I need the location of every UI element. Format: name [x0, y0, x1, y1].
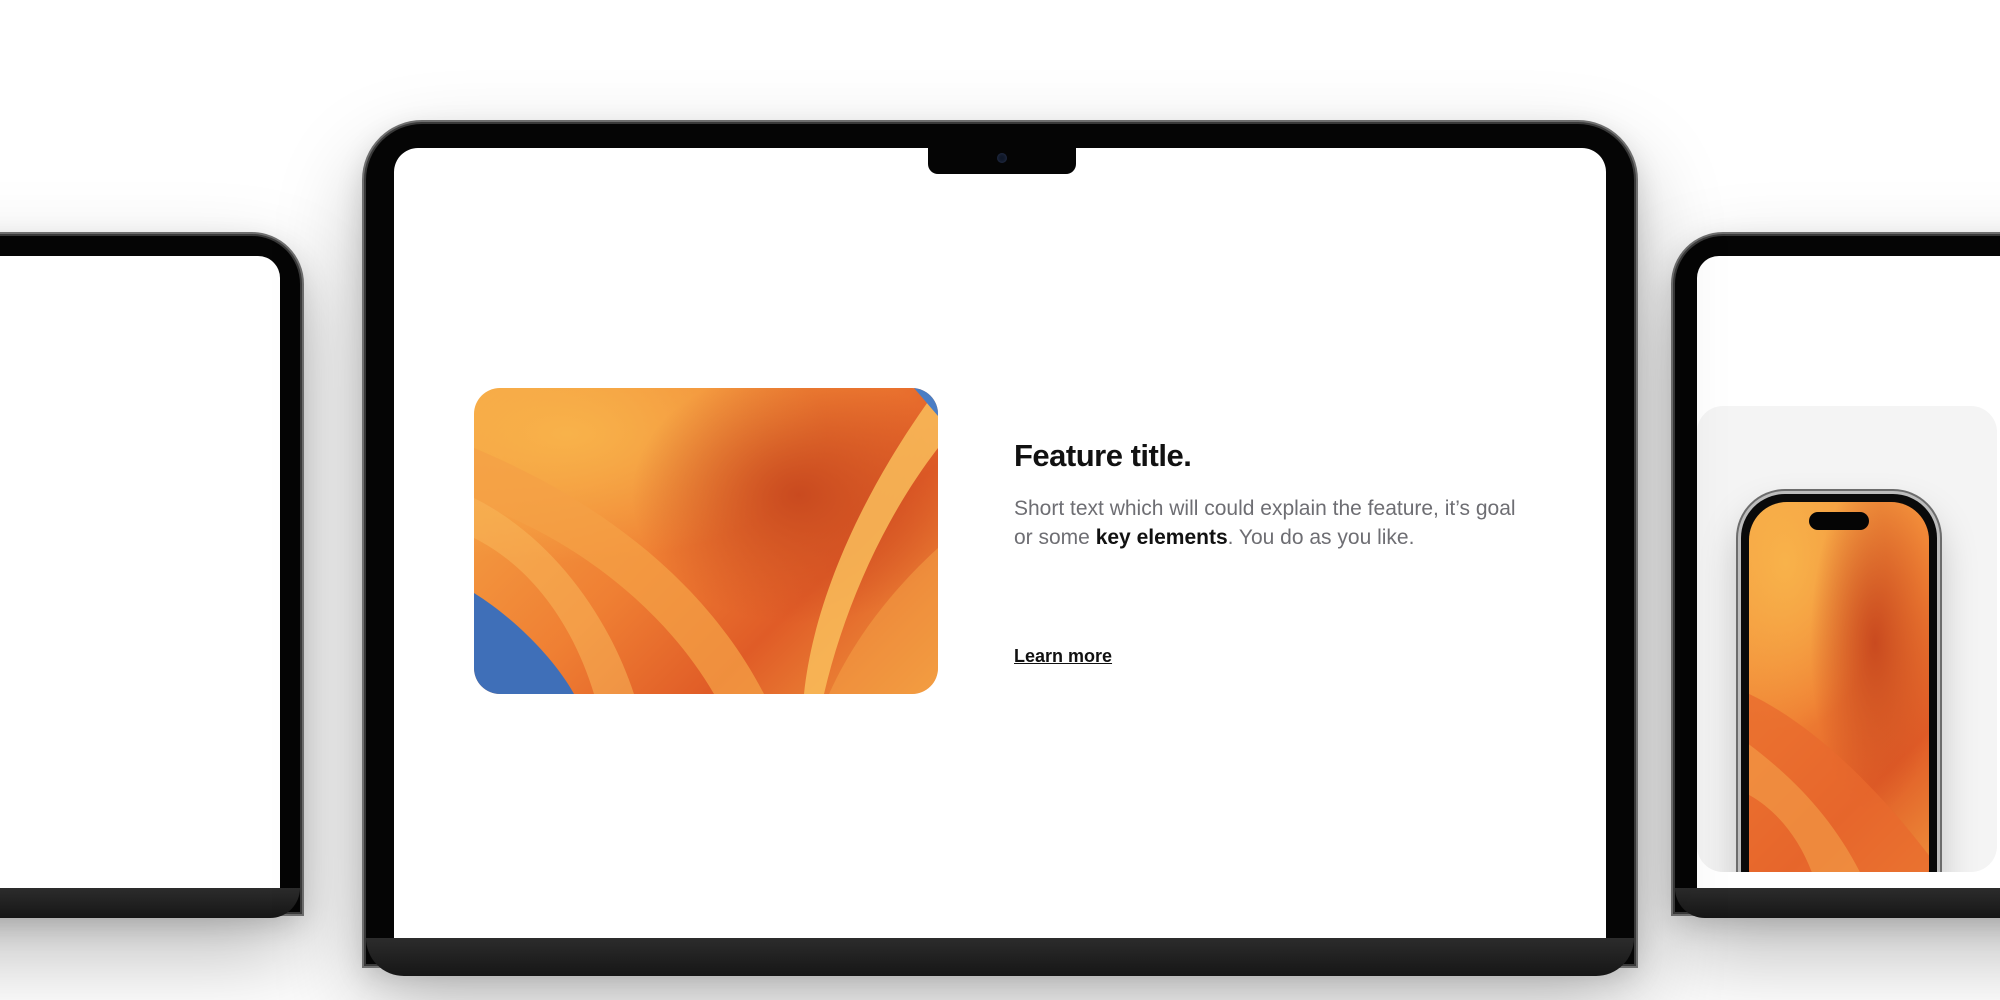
feature-title: Feature title.	[1014, 438, 1192, 473]
left-laptop-base	[0, 888, 300, 918]
main-laptop-screen: Feature title. Short text which will cou…	[394, 148, 1606, 938]
feature-image	[474, 388, 938, 694]
left-laptop-screen: ure ription ure ription	[0, 256, 280, 888]
learn-more-link[interactable]: Learn more	[1014, 646, 1112, 667]
right-laptop-base	[1675, 888, 2000, 918]
phone-wallpaper	[1749, 502, 1929, 872]
camera-icon	[997, 153, 1007, 163]
main-laptop: Feature title. Short text which will cou…	[366, 124, 1634, 1000]
right-laptop	[1675, 236, 2000, 936]
right-feature-card	[1697, 406, 1997, 872]
phone-dynamic-island	[1809, 512, 1869, 530]
feature-description: Short text which will could explain the …	[1014, 494, 1534, 552]
device-mockup-scene: ure ription ure ription	[0, 0, 2000, 1000]
camera-notch	[928, 148, 1076, 174]
main-laptop-base	[366, 938, 1634, 976]
right-laptop-screen	[1697, 256, 2000, 888]
feature-description-end: . You do as you like.	[1227, 526, 1415, 549]
phone-mockup	[1741, 494, 1937, 872]
left-laptop: ure ription ure ription	[0, 236, 300, 936]
feature-description-bold: key elements	[1095, 526, 1228, 549]
